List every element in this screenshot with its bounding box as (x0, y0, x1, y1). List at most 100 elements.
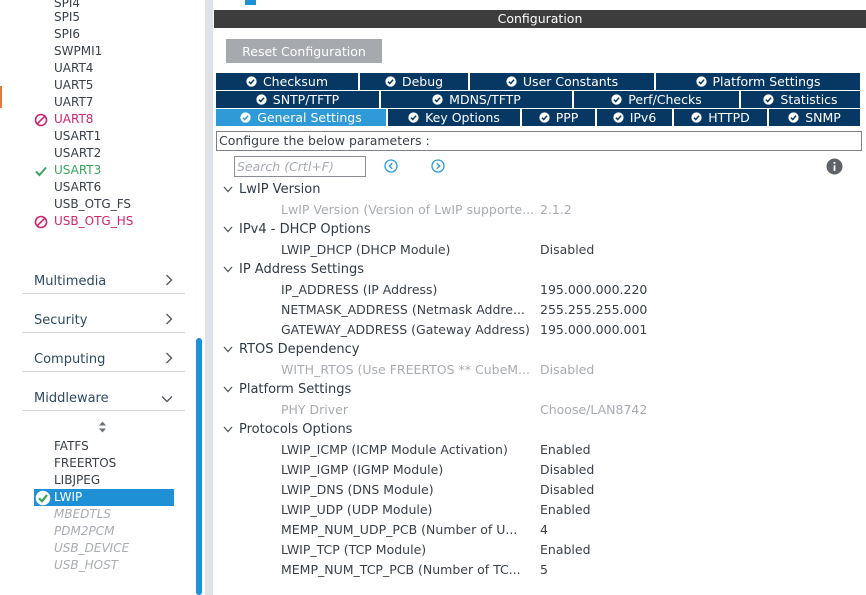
param-value[interactable]: 4 (540, 521, 548, 539)
error-circle-icon (34, 113, 48, 127)
group-rtos-dependency[interactable]: RTOS Dependency (223, 341, 360, 359)
param-value[interactable]: 195.000.000.220 (540, 281, 647, 299)
peripheral-item[interactable]: USB_OTG_FS (54, 196, 131, 213)
group-ipv4-dhcp-options[interactable]: IPv4 - DHCP Options (223, 221, 371, 239)
tab-mdns-tftp[interactable]: MDNS/TFTP (381, 91, 574, 108)
tab-httpd[interactable]: HTTPD (674, 109, 769, 126)
middleware-item[interactable]: LIBJPEG (54, 472, 100, 489)
tab-snmp[interactable]: SNMP (769, 109, 862, 126)
peripheral-item[interactable]: SPI5 (54, 9, 80, 26)
param-value[interactable]: 5 (540, 561, 548, 579)
peripheral-item-usart3[interactable]: USART3 (35, 162, 102, 179)
param-value[interactable]: Disabled (540, 241, 594, 259)
checkbox-icon[interactable] (245, 0, 256, 5)
tab-ppp[interactable]: PPP (522, 109, 597, 126)
param-name[interactable]: MEMP_NUM_TCP_PCB (Number of TC... (281, 561, 538, 579)
chevron-right-icon (166, 274, 173, 286)
configuration-header: Configuration (214, 10, 866, 28)
tab-row-3: General Settings Key Options PPP IPv6 HT… (216, 109, 862, 126)
param-name[interactable]: LWIP_TCP (TCP Module) (281, 541, 538, 559)
reset-configuration-button[interactable]: Reset Configuration (226, 39, 382, 63)
tab-checksum[interactable]: Checksum (216, 73, 360, 90)
category-middleware[interactable]: Middleware (22, 372, 185, 411)
param-name[interactable]: LWIP_UDP (UDP Module) (281, 501, 538, 519)
middleware-item[interactable]: MBEDTLS (54, 506, 111, 523)
param-value[interactable]: Choose/LAN8742 (540, 401, 647, 419)
tab-label: Debug (401, 74, 444, 89)
peripheral-item[interactable]: USART2 (54, 145, 101, 162)
category-computing[interactable]: Computing (22, 333, 185, 372)
param-name[interactable]: WITH_RTOS (Use FREERTOS ** CubeM... (281, 361, 538, 379)
tab-label: Platform Settings (712, 74, 821, 89)
left-scrollbar-thumb[interactable] (196, 338, 202, 595)
param-value[interactable]: 195.000.000.001 (540, 321, 647, 339)
param-name[interactable]: LWIP_DNS (DNS Module) (281, 481, 538, 499)
param-value[interactable]: 2.1.2 (540, 201, 572, 219)
param-value[interactable]: 255.255.255.000 (540, 301, 647, 319)
peripheral-item-usb-otg-hs[interactable]: USB_OTG_HS (34, 213, 133, 230)
tab-general-settings[interactable]: General Settings (216, 109, 388, 126)
peripheral-item[interactable]: UART5 (54, 77, 93, 94)
param-name[interactable]: LwIP Version (Version of LwIP supporte..… (281, 201, 538, 219)
param-name[interactable]: MEMP_NUM_UDP_PCB (Number of U... (281, 521, 538, 539)
group-platform-settings[interactable]: Platform Settings (223, 381, 352, 399)
param-name[interactable]: LWIP_IGMP (IGMP Module) (281, 461, 538, 479)
peripheral-item[interactable]: USART1 (54, 128, 101, 145)
sort-icon[interactable] (98, 421, 107, 433)
group-ip-address-settings[interactable]: IP Address Settings (223, 261, 365, 279)
tab-sntp-tftp[interactable]: SNTP/TFTP (216, 91, 381, 108)
peripheral-item[interactable]: SPI6 (54, 26, 80, 43)
tab-user-constants[interactable]: User Constants (470, 73, 656, 90)
param-value[interactable]: Enabled (540, 541, 591, 559)
param-value[interactable]: Disabled (540, 461, 594, 479)
peripheral-item[interactable]: UART4 (54, 60, 93, 77)
check-circle-icon (385, 76, 396, 87)
peripheral-item[interactable]: UART7 (54, 94, 93, 111)
param-name[interactable]: NETMASK_ADDRESS (Netmask Addre... (281, 301, 538, 319)
tab-key-options[interactable]: Key Options (388, 109, 522, 126)
tab-perf-checks[interactable]: Perf/Checks (574, 91, 741, 108)
chevron-down-icon (223, 346, 233, 353)
param-value[interactable]: Enabled (540, 441, 591, 459)
param-value[interactable]: Enabled (540, 501, 591, 519)
peripheral-label: UART8 (54, 112, 94, 126)
param-value[interactable]: Disabled (540, 481, 594, 499)
middleware-item[interactable]: USB_HOST (54, 557, 118, 574)
previous-match-icon[interactable] (384, 159, 398, 173)
search-input[interactable] (234, 156, 366, 177)
tab-debug[interactable]: Debug (360, 73, 470, 90)
group-title: Platform Settings (239, 382, 352, 397)
middleware-item-lwip[interactable]: LWIP (34, 489, 174, 506)
category-security[interactable]: Security (22, 294, 185, 333)
param-name[interactable]: PHY Driver (281, 401, 538, 419)
param-name[interactable]: LWIP_ICMP (ICMP Module Activation) (281, 441, 538, 459)
category-label: Security (34, 313, 88, 328)
tab-statistics[interactable]: Statistics (741, 91, 862, 108)
peripheral-item[interactable]: SWPMI1 (54, 43, 102, 60)
category-multimedia[interactable]: Multimedia (22, 255, 185, 294)
group-protocols-options[interactable]: Protocols Options (223, 421, 352, 439)
group-title: RTOS Dependency (239, 342, 360, 357)
middleware-item[interactable]: FATFS (54, 438, 89, 455)
param-name[interactable]: GATEWAY_ADDRESS (Gateway Address) (281, 321, 538, 339)
param-name[interactable]: IP_ADDRESS (IP Address) (281, 281, 538, 299)
peripheral-item[interactable]: USART6 (54, 179, 101, 196)
middleware-item[interactable]: USB_DEVICE (54, 540, 129, 557)
check-circle-icon (695, 76, 707, 87)
group-lwip-version[interactable]: LwIP Version (223, 181, 321, 199)
info-icon[interactable] (826, 158, 843, 175)
check-circle-icon (408, 112, 419, 123)
panel-splitter[interactable] (205, 0, 213, 595)
group-title: LwIP Version (239, 182, 321, 197)
peripheral-item-uart8[interactable]: UART8 (34, 111, 94, 128)
param-value[interactable]: Disabled (540, 361, 594, 379)
middleware-item[interactable]: PDM2PCM (54, 523, 114, 540)
middleware-item[interactable]: FREERTOS (54, 455, 116, 472)
next-match-icon[interactable] (431, 159, 445, 173)
tab-ipv6[interactable]: IPv6 (597, 109, 674, 126)
tab-platform-settings[interactable]: Platform Settings (656, 73, 862, 90)
peripheral-label: USART3 (54, 163, 102, 177)
param-name[interactable]: LWIP_DHCP (DHCP Module) (281, 241, 538, 259)
group-title: IP Address Settings (239, 262, 365, 277)
chevron-down-icon (223, 386, 233, 393)
